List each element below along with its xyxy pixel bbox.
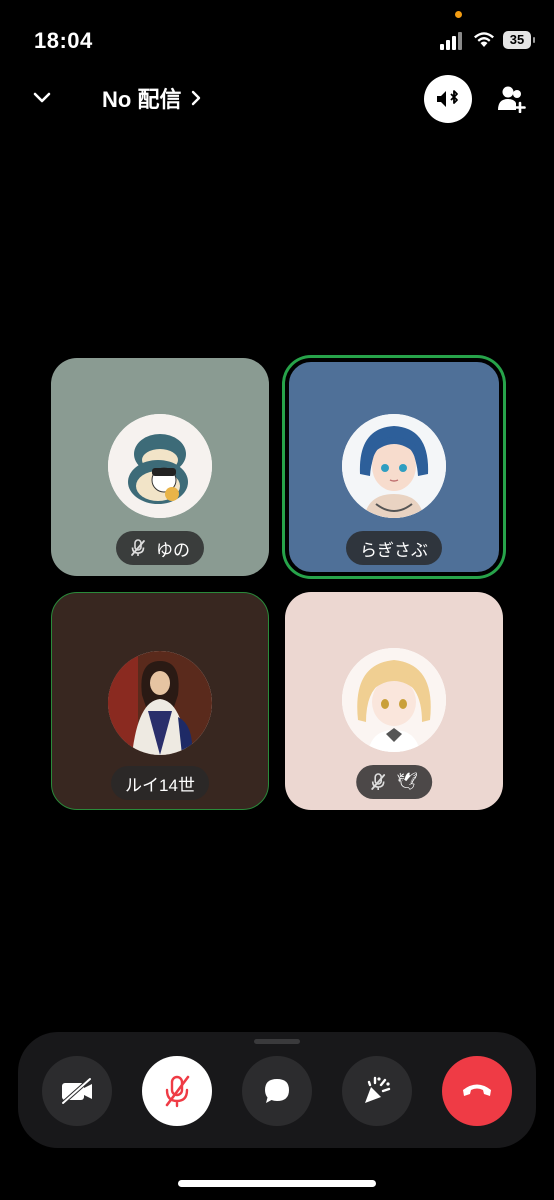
battery-icon: 35 [503, 31, 535, 49]
wifi-icon [473, 30, 495, 48]
participant-name-pill: ゆの [116, 531, 204, 565]
participant-name-pill: 🕊 [356, 765, 432, 799]
call-header: No 配信 [0, 70, 554, 128]
participant-tile[interactable]: らぎさぶ [285, 358, 503, 576]
invite-button[interactable] [496, 84, 528, 114]
chevron-right-icon [192, 90, 201, 106]
speaker-bluetooth-icon [437, 90, 458, 107]
clock: 18:04 [34, 28, 93, 53]
camera-toggle-button[interactable] [42, 1056, 112, 1126]
activities-button[interactable] [342, 1056, 412, 1126]
participant-name-pill: ルイ14世 [111, 766, 209, 800]
microphone-toggle-button[interactable] [142, 1056, 212, 1126]
chevron-down-icon [33, 92, 51, 103]
chat-button[interactable] [242, 1056, 312, 1126]
participant-name: ゆの [156, 540, 190, 560]
participant-tile[interactable]: ルイ14世 [51, 592, 269, 810]
activity-icon [365, 1076, 391, 1103]
add-person-icon [498, 86, 526, 113]
participant-name: 🕊 [396, 772, 418, 791]
participant-tile[interactable]: 🕊 [285, 592, 503, 810]
participant-name: らぎさぶ [360, 540, 428, 560]
avatar [342, 414, 446, 518]
call-controls [18, 1032, 536, 1148]
avatar [108, 414, 212, 518]
mic-muted-icon [131, 539, 145, 556]
hang-up-button[interactable] [442, 1056, 512, 1126]
participant-tile[interactable]: ゆの [51, 358, 269, 576]
chat-bubble-icon [265, 1079, 289, 1103]
avatar [342, 648, 446, 752]
camera-off-icon [61, 1077, 92, 1105]
home-indicator[interactable] [178, 1180, 376, 1187]
status-bar: 18:04 35 [0, 0, 554, 80]
channel-title-button[interactable]: No 配信 [102, 82, 201, 114]
participant-name: ルイ14世 [125, 775, 195, 795]
drag-handle[interactable] [254, 1039, 300, 1044]
mic-muted-icon [165, 1075, 190, 1108]
channel-name: No 配信 [102, 87, 182, 112]
participant-name-pill: らぎさぶ [346, 531, 442, 565]
privacy-indicator-dot [455, 11, 462, 18]
mic-muted-icon [371, 773, 386, 790]
signal-icon [440, 32, 466, 50]
minimize-call-button[interactable] [28, 84, 56, 112]
avatar [108, 651, 212, 755]
audio-output-button[interactable] [424, 75, 472, 123]
hang-up-icon [463, 1084, 491, 1096]
